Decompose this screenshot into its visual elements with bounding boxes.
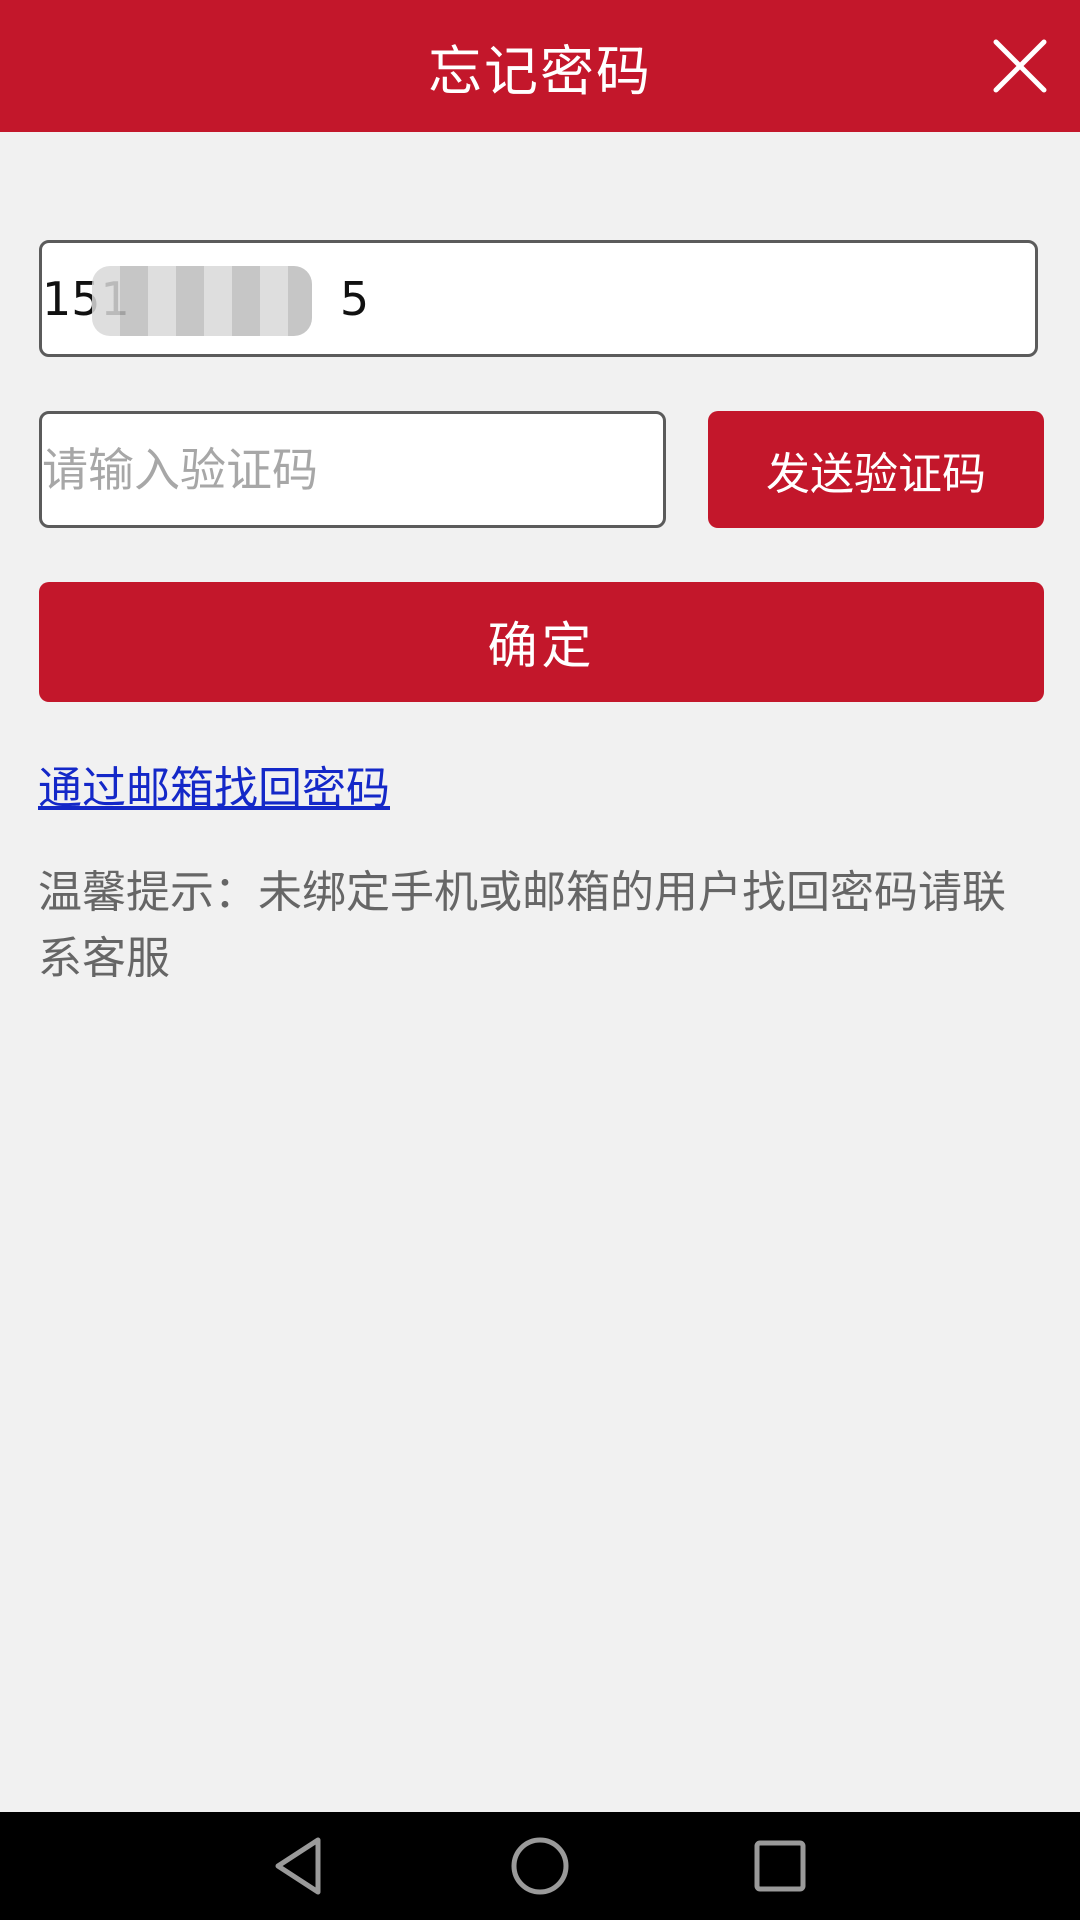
phone-value-suffix: 5: [339, 271, 370, 326]
phone-redaction-blur: [92, 266, 312, 336]
nav-home-button[interactable]: [504, 1830, 576, 1902]
verification-code-input[interactable]: [39, 411, 666, 528]
back-triangle-icon: [275, 1837, 321, 1895]
page-title: 忘记密码: [428, 39, 652, 103]
send-code-button[interactable]: 发送验证码: [708, 411, 1044, 528]
app-header: 忘记密码: [0, 0, 1080, 132]
close-button[interactable]: [984, 30, 1056, 102]
tip-text: 温馨提示：未绑定手机或邮箱的用户找回密码请联系客服: [38, 867, 1006, 984]
recents-square-icon: [754, 1840, 806, 1892]
system-nav-bar: [0, 1812, 1080, 1920]
close-icon: [993, 39, 1047, 93]
nav-recents-button[interactable]: [744, 1830, 816, 1902]
home-circle-icon: [511, 1837, 569, 1895]
nav-back-button[interactable]: [262, 1830, 334, 1902]
email-recover-link[interactable]: 通过邮箱找回密码: [38, 752, 390, 816]
confirm-button[interactable]: 确定: [39, 582, 1044, 702]
